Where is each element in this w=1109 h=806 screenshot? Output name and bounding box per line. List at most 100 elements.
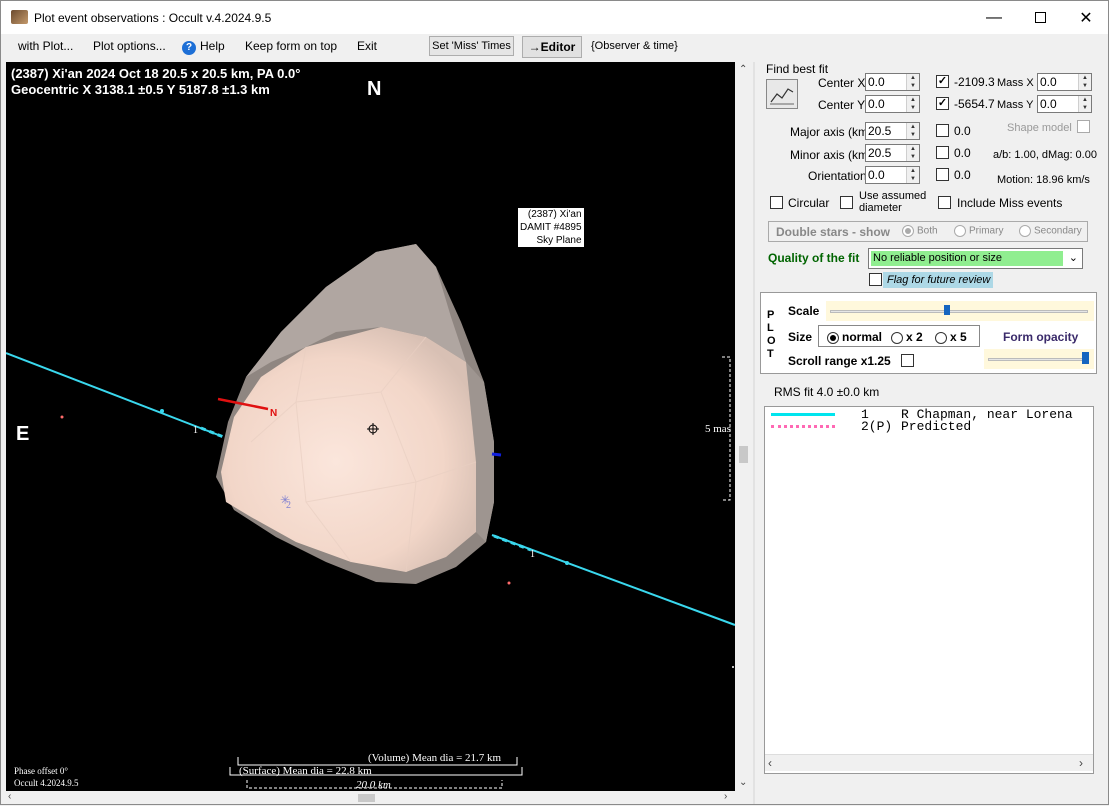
menu-help[interactable]: ? Help <box>182 39 225 55</box>
panel-divider <box>753 62 755 804</box>
version-label: Occult 4.2024.9.5 <box>14 778 79 788</box>
find-best-fit-button[interactable] <box>766 79 798 109</box>
size-radio-group: normal x 2 x 5 <box>818 325 980 347</box>
observation-chord-west <box>6 352 222 437</box>
orientation-input[interactable]: 0.0 ▲ ▼ <box>865 166 920 184</box>
maximize-button[interactable] <box>1017 1 1063 34</box>
phase-offset-label: Phase offset 0° <box>14 766 68 776</box>
legend-line-predicted <box>771 425 835 428</box>
set-miss-times-button[interactable]: Set 'Miss' Times <box>429 36 514 56</box>
double-stars-label: Double stars - show <box>776 225 891 239</box>
window-title: Plot event observations : Occult v.4.202… <box>34 11 272 25</box>
circular-label: Circular <box>788 196 830 210</box>
scale-label: Scale <box>788 304 820 318</box>
radio-icon <box>902 225 914 237</box>
minor-axis-label: Minor axis (km) <box>790 148 873 162</box>
plot-canvas[interactable]: ✳ (2387) Xi'an 2024 Oct 18 20.5 x 20.5 k… <box>6 62 735 791</box>
include-miss-checkbox[interactable] <box>938 196 951 209</box>
chord-tick <box>160 409 164 413</box>
orientation-checkbox[interactable] <box>936 168 949 181</box>
y-fit-checkbox[interactable] <box>936 97 949 110</box>
radio-both[interactable]: Both <box>902 225 938 237</box>
opacity-slider[interactable] <box>984 349 1094 369</box>
size-x2-radio[interactable]: x 2 <box>891 330 923 344</box>
plot-controls-group: P L O T Scale Size normal x 2 x 5 Form o… <box>760 292 1097 374</box>
scrollbar-thumb[interactable] <box>358 794 375 802</box>
plot-header-line1: (2387) Xi'an 2024 Oct 18 20.5 x 20.5 km,… <box>11 66 301 81</box>
legend-horizontal-scrollbar[interactable]: ‹ › <box>765 754 1093 771</box>
scroll-up-icon[interactable]: ⌃ <box>739 64 747 75</box>
quality-value: No reliable position or size <box>871 251 1063 266</box>
radio-primary[interactable]: Primary <box>954 225 1003 237</box>
quality-dropdown[interactable]: No reliable position or size ⌄ <box>868 248 1083 269</box>
plot-vertical-scrollbar[interactable]: ⌃ ⌄ <box>736 62 751 791</box>
size-normal-radio[interactable]: normal <box>827 330 882 344</box>
title-bar: Plot event observations : Occult v.4.202… <box>1 1 1108 34</box>
scroll-left-icon[interactable]: ‹ <box>768 756 772 770</box>
menu-exit[interactable]: Exit <box>357 39 377 53</box>
x-value: -2109.3 <box>954 75 995 89</box>
use-assumed-label: Use assumed diameter <box>859 190 926 214</box>
scroll-right-icon[interactable]: › <box>1079 756 1083 770</box>
editor-button[interactable]: →Editor <box>522 36 582 58</box>
minor-axis-input[interactable]: 20.5 ▲ ▼ <box>865 144 920 162</box>
major-axis-input[interactable]: 20.5 ▲ ▼ <box>865 122 920 140</box>
menu-with-plot[interactable]: with Plot... <box>18 39 73 53</box>
size-x5-radio[interactable]: x 5 <box>935 330 967 344</box>
opacity-slider-thumb[interactable] <box>1082 352 1089 364</box>
orientation-cb-value: 0.0 <box>954 168 971 182</box>
mass-y-input[interactable]: 0.0 ▲ ▼ <box>1037 95 1092 113</box>
scroll-down-icon[interactable]: ⌄ <box>739 777 747 788</box>
spin-arrows-icon[interactable]: ▲ ▼ <box>906 145 919 161</box>
pole-label: N <box>270 408 278 419</box>
spin-arrows-icon[interactable]: ▲ ▼ <box>906 167 919 183</box>
spin-arrows-icon[interactable]: ▲ ▼ <box>1078 74 1091 90</box>
spin-arrows-icon[interactable]: ▲ ▼ <box>1078 96 1091 112</box>
radio-icon <box>827 331 839 344</box>
use-assumed-line1: Use assumed <box>859 190 927 202</box>
scale-slider[interactable] <box>826 301 1094 321</box>
spin-arrows-icon[interactable]: ▲ ▼ <box>906 123 919 139</box>
model-label-damit: DAMIT #4895 <box>520 222 582 233</box>
plot-vertical-label: P L O T <box>767 309 776 360</box>
major-axis-label: Major axis (km) <box>790 125 873 139</box>
scale-slider-thumb[interactable] <box>944 305 950 315</box>
menu-keep-form[interactable]: Keep form on top <box>245 39 337 53</box>
center-y-input[interactable]: 0.0 ▲ ▼ <box>865 95 920 113</box>
mass-x-label: Mass X <box>997 77 1034 89</box>
model-label-name: (2387) Xi'an <box>527 209 582 220</box>
circular-checkbox[interactable] <box>770 196 783 209</box>
chevron-down-icon: ⌄ <box>1068 252 1078 264</box>
close-button[interactable]: ✕ <box>1063 1 1109 34</box>
scroll-right-icon[interactable]: › <box>724 791 727 802</box>
scrollbar-thumb[interactable] <box>739 446 748 463</box>
maximize-icon <box>1034 12 1046 23</box>
plot-horizontal-scrollbar[interactable]: ‹ › <box>6 791 735 804</box>
menu-plot-options[interactable]: Plot options... <box>93 39 166 53</box>
radio-secondary[interactable]: Secondary <box>1019 225 1082 237</box>
observer-legend: 1 R Chapman, near Lorena 2(P) Predicted <box>764 406 1094 774</box>
use-assumed-checkbox[interactable] <box>840 196 853 209</box>
spin-arrows-icon[interactable]: ▲ ▼ <box>906 96 919 112</box>
flag-review-checkbox[interactable] <box>869 273 882 286</box>
minimize-button[interactable]: — <box>971 1 1017 34</box>
angular-scale-label: 5 mas <box>705 423 731 435</box>
minor-axis-checkbox[interactable] <box>936 146 949 159</box>
center-x-label: Center X <box>818 76 866 90</box>
scroll-left-icon[interactable]: ‹ <box>8 791 11 802</box>
center-x-input[interactable]: 0.0 ▲ ▼ <box>865 73 920 91</box>
help-icon: ? <box>182 41 196 55</box>
observer-time-button[interactable]: {Observer & time} <box>591 40 678 52</box>
shape-model-checkbox[interactable] <box>1077 120 1090 133</box>
major-axis-checkbox[interactable] <box>936 124 949 137</box>
x-fit-checkbox[interactable] <box>936 75 949 88</box>
spin-arrows-icon[interactable]: ▲ ▼ <box>906 74 919 90</box>
minor-axis-cb-value: 0.0 <box>954 146 971 160</box>
scroll-range-checkbox[interactable] <box>901 354 914 367</box>
predicted-dot <box>507 581 511 585</box>
north-label: N <box>367 78 382 100</box>
legend-number-2: 2(P) <box>861 419 893 434</box>
mass-x-input[interactable]: 0.0 ▲ ▼ <box>1037 73 1092 91</box>
fit-chart-icon <box>770 88 794 105</box>
chord-number-label: 1 <box>193 425 198 436</box>
